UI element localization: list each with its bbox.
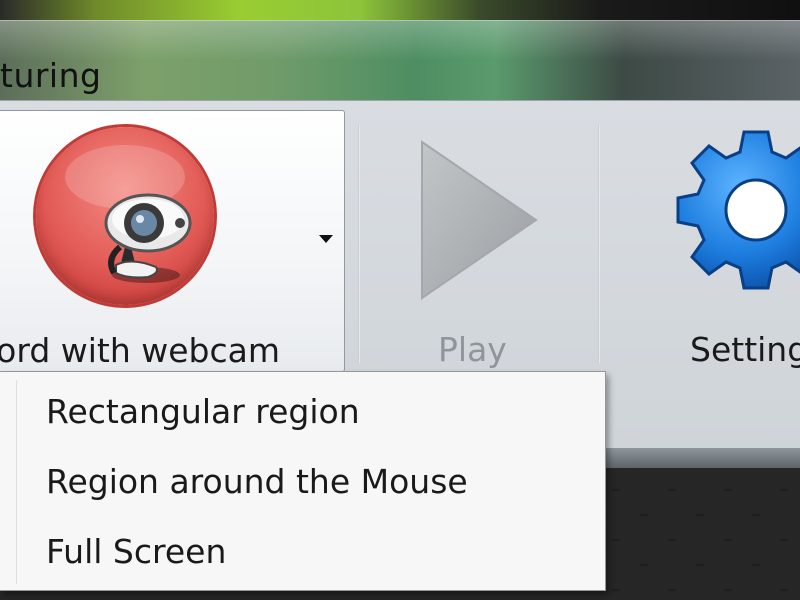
settings-button[interactable]: Setting (614, 110, 800, 372)
play-icon (421, 140, 538, 300)
play-button[interactable]: Play (362, 110, 598, 372)
gear-icon (676, 130, 800, 290)
screen: turing cord with webcam Play Setting Rec… (0, 0, 800, 600)
menu-item-label: Region around the Mouse (46, 462, 468, 501)
menu-item-full-screen[interactable]: Full Screen (0, 520, 604, 582)
menu-item-rectangular-region[interactable]: Rectangular region (0, 380, 604, 442)
settings-label: Setting (690, 330, 800, 369)
window-title-bar[interactable]: turing (0, 20, 800, 102)
menu-item-region-around-mouse[interactable]: Region around the Mouse (0, 450, 604, 512)
window-title: turing (0, 56, 102, 95)
webcam-record-icon (36, 127, 214, 305)
toolbar-separator (598, 125, 600, 363)
menu-item-label: Full Screen (46, 532, 227, 571)
dropdown-arrow-icon[interactable] (319, 235, 333, 243)
toolbar-separator (358, 125, 360, 363)
record-with-webcam-label: cord with webcam (0, 331, 281, 370)
menu-item-label: Rectangular region (46, 392, 360, 431)
capture-mode-dropdown-menu: Rectangular region Region around the Mou… (0, 371, 606, 591)
desktop-background (0, 0, 800, 20)
play-label: Play (438, 330, 507, 369)
record-with-webcam-button[interactable]: cord with webcam (0, 110, 345, 372)
